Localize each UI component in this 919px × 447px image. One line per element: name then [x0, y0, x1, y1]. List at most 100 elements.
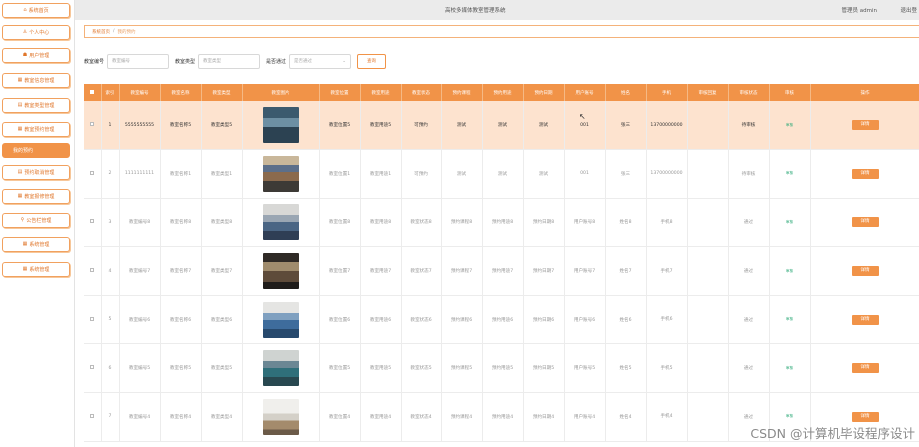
- detail-button[interactable]: 详情: [851, 266, 879, 277]
- cell-room-name: 教室名称8: [160, 198, 202, 248]
- sidebar-item-label: 教室预约管理: [24, 127, 55, 133]
- approved-select[interactable]: 是否通过 ⌄: [289, 53, 352, 69]
- sidebar-item[interactable]: ☗ 用户管理: [2, 48, 70, 63]
- room-photo-image: [262, 350, 299, 387]
- room-photo: [242, 295, 320, 345]
- sidebar-item-label: 教室报修管理: [24, 194, 55, 200]
- detail-button[interactable]: 详情: [851, 168, 879, 179]
- table-row[interactable]: 6 教室编号5 教室名称5 教室类型5 教室位置5 教室用途5 教室状态5 预约课程5 预约用途…: [84, 343, 919, 394]
- row-checkbox[interactable]: [84, 343, 102, 394]
- sidebar-item[interactable]: ⌂ 系统首页: [2, 3, 70, 18]
- cell-room-status: 教室状态7: [401, 246, 442, 296]
- cell-audit-status: 通过: [728, 295, 770, 345]
- cell-room-type: 教室类型5: [201, 343, 243, 394]
- cell-account: 001: [564, 149, 606, 199]
- cell-course: 测试: [441, 101, 483, 151]
- table-row[interactable]: 1 5555555555 教室名称5 教室类型5 教室位置5 教室用途5 可预约 测试 测试 测试…: [84, 101, 919, 151]
- table-header-row: 索引 教室编号 教室名称 教室类型 教室图片 教室位置 教室用途 教室状态 预约课程 预约用途 预约…: [84, 84, 919, 101]
- sidebar-item[interactable]: ▦ 系统管理: [2, 237, 70, 252]
- grid-icon: ▦: [22, 266, 28, 272]
- cell-name: 姓名7: [605, 246, 647, 296]
- breadcrumb-separator: /: [113, 29, 115, 34]
- room-type-input[interactable]: 教室类型: [198, 53, 261, 69]
- sidebar-item[interactable]: ▦ 教室报修管理: [2, 189, 70, 204]
- detail-button[interactable]: 详情: [851, 217, 879, 228]
- cell-name: 张三: [605, 101, 647, 151]
- detail-button[interactable]: 详情: [851, 120, 879, 131]
- column-header: 操作: [810, 84, 919, 101]
- cell-room-status: 教室状态5: [401, 343, 442, 394]
- column-header: 预约用途: [482, 84, 524, 101]
- detail-button[interactable]: 详情: [851, 363, 879, 374]
- sidebar-item[interactable]: ⚲ 公告栏管理: [2, 213, 70, 228]
- cell-reply: [687, 295, 729, 345]
- audit-link[interactable]: 审核: [786, 171, 793, 175]
- cell-usage: 预约用途6: [482, 295, 524, 345]
- table-row[interactable]: 2 1111111111 教室名称1 教室类型1 教室位置1 教室用途1 可预约 测试 测试 测试…: [84, 149, 919, 199]
- action-cell: 详情: [810, 198, 919, 248]
- breadcrumb-current: 我的预约: [117, 29, 136, 35]
- table-row[interactable]: 3 教室编号8 教室名称8 教室类型8 教室位置8 教室用途8 教室状态8 预约课程8 预约用途…: [84, 198, 919, 248]
- cell-room-name: 教室名称6: [160, 295, 202, 345]
- cell-course: 预约课程4: [441, 392, 483, 442]
- audit-link[interactable]: 审核: [786, 269, 793, 273]
- sidebar-item[interactable]: ♙ 个人中心: [2, 25, 70, 40]
- cell-course: 测试: [441, 149, 483, 199]
- room-no-label: 教室编号: [84, 58, 105, 65]
- row-checkbox[interactable]: [84, 101, 102, 151]
- row-checkbox[interactable]: [84, 198, 102, 248]
- audit-link[interactable]: 审核: [786, 123, 793, 127]
- sidebar-item[interactable]: 我的预约: [2, 143, 70, 158]
- row-checkbox[interactable]: [84, 295, 102, 345]
- mouse-cursor-icon: ↖: [579, 112, 586, 121]
- cell-room-status: 教室状态8: [401, 198, 442, 248]
- column-header: 教室位置: [319, 84, 361, 101]
- sidebar-item[interactable]: ▦ 系统管理: [2, 262, 70, 277]
- cell-location: 教室位置5: [319, 101, 361, 151]
- cell-reply: [687, 101, 729, 151]
- approved-placeholder: 是否通过: [294, 59, 313, 64]
- audit-link[interactable]: 审核: [786, 366, 793, 370]
- row-checkbox[interactable]: [84, 392, 102, 442]
- cell-location: 教室位置1: [319, 149, 361, 199]
- cell-room-status: 教室状态4: [401, 392, 442, 442]
- logout-link[interactable]: 退出登: [900, 6, 917, 14]
- detail-button[interactable]: 详情: [851, 411, 879, 422]
- row-index: 5: [101, 295, 120, 345]
- row-checkbox[interactable]: [84, 149, 102, 199]
- audit-link[interactable]: 审核: [786, 220, 793, 224]
- cell-room-no: 教室编号7: [119, 246, 161, 296]
- query-button[interactable]: 查询: [357, 53, 387, 69]
- grid-icon: ▦: [17, 126, 23, 132]
- home-icon: ⌂: [23, 7, 27, 13]
- cell-room-name: 教室名称1: [160, 149, 202, 199]
- audit-link[interactable]: 审核: [786, 414, 793, 418]
- audit-link[interactable]: 审核: [786, 317, 793, 321]
- table-row[interactable]: 4 教室编号7 教室名称7 教室类型7 教室位置7 教室用途7 教室状态7 预约课程7 预约用途…: [84, 246, 919, 296]
- sidebar-item[interactable]: ▦ 教室预约管理: [2, 122, 70, 137]
- room-no-input[interactable]: 教室编号: [107, 53, 170, 69]
- sidebar-item[interactable]: ▤ 教室类型管理: [2, 98, 70, 113]
- approved-label: 是否通过: [266, 58, 287, 65]
- sidebar-item-label: 用户管理: [29, 53, 50, 59]
- cell-room-type: 教室类型5: [201, 101, 243, 151]
- sidebar-item[interactable]: ▦ 教室信息管理: [2, 73, 70, 88]
- select-all-checkbox[interactable]: [84, 84, 102, 101]
- cell-location: 教室位置6: [319, 295, 361, 345]
- row-checkbox[interactable]: [84, 246, 102, 296]
- cell-account: 用户账号4: [564, 392, 606, 442]
- cell-room-type: 教室类型8: [201, 198, 243, 248]
- chevron-down-icon: ⌄: [342, 58, 347, 64]
- detail-button[interactable]: 详情: [851, 314, 879, 325]
- sidebar-item[interactable]: ▤ 预约取消管理: [2, 165, 70, 180]
- cell-room-name: 教室名称5: [160, 101, 202, 151]
- cell-reply: [687, 246, 729, 296]
- table-row[interactable]: 5 教室编号6 教室名称6 教室类型6 教室位置6 教室用途6 教室状态6 预约课程6 预约用途…: [84, 295, 919, 345]
- reservation-table: 索引 教室编号 教室名称 教室类型 教室图片 教室位置 教室用途 教室状态 预约课程 预约用途 预约…: [84, 84, 919, 442]
- cell-usage: 测试: [482, 149, 524, 199]
- action-cell: 详情: [810, 101, 919, 151]
- cell-usage: 预约用途5: [482, 343, 524, 394]
- room-photo-image: [262, 253, 299, 290]
- cell-course: 预约课程7: [441, 246, 483, 296]
- breadcrumb-home[interactable]: 系统首页: [92, 29, 110, 35]
